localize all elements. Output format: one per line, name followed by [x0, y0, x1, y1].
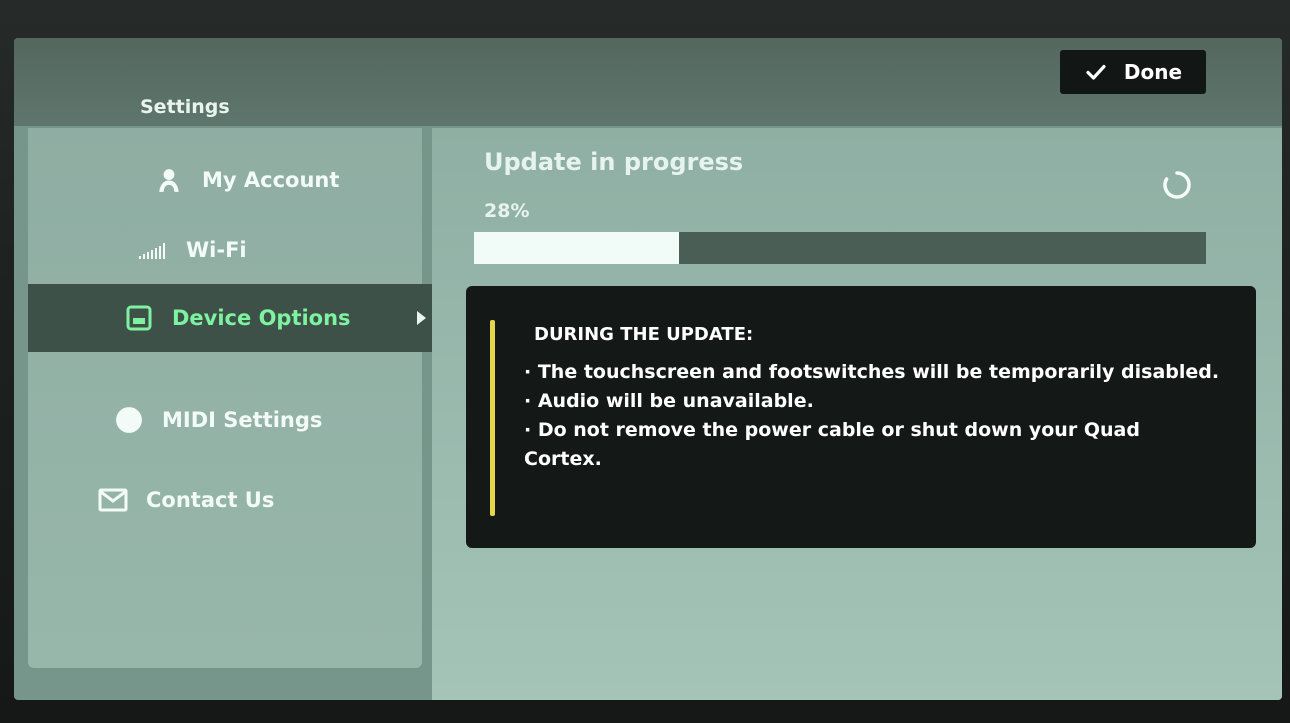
update-title: Update in progress — [484, 148, 744, 176]
sidebar-item-label: Device Options — [172, 306, 351, 330]
chevron-right-icon — [417, 311, 426, 325]
progress-fill — [474, 232, 679, 264]
done-label: Done — [1123, 60, 1183, 84]
sidebar-item-device-options[interactable]: Device Options — [28, 284, 452, 352]
notice-line: · The touchscreen and footswitches will … — [524, 361, 1220, 383]
notice-body: · The touchscreen and footswitches will … — [524, 358, 1224, 474]
notice-line: · Audio will be unavailable. — [524, 390, 814, 412]
sidebar-item-label: My Account — [202, 168, 340, 192]
loading-spinner-icon — [1163, 171, 1191, 199]
sidebar-item-label: Wi-Fi — [186, 238, 247, 262]
sidebar-item-midi-settings[interactable]: MIDI Settings — [28, 386, 452, 454]
sidebar-item-contact-us[interactable]: Contact Us — [28, 466, 452, 534]
sidebar-item-wifi[interactable]: Wi-Fi — [28, 216, 452, 284]
account-icon — [154, 165, 184, 195]
update-panel: Update in progress 28% DURING THE UPDATE… — [432, 128, 1282, 700]
progress-percent: 28% — [484, 200, 530, 222]
page-title: Settings — [140, 96, 230, 118]
sidebar: My Account Wi-Fi Device Options MIDI Set… — [28, 128, 452, 668]
device-screen: Settings Done My Account Wi-Fi Device Op… — [14, 38, 1282, 700]
sidebar-item-label: MIDI Settings — [162, 408, 323, 432]
notice-heading: DURING THE UPDATE: — [534, 324, 754, 345]
checkmark-icon — [1086, 64, 1106, 80]
mail-icon — [98, 485, 128, 515]
done-button[interactable]: Done — [1060, 50, 1206, 94]
sidebar-item-label: Contact Us — [146, 488, 275, 512]
notice-accent-bar — [490, 320, 495, 516]
update-notice: DURING THE UPDATE: · The touchscreen and… — [466, 286, 1256, 548]
progress-bar — [474, 232, 1206, 264]
sidebar-item-my-account[interactable]: My Account — [28, 146, 452, 214]
notice-line: · Do not remove the power cable or shut … — [524, 419, 1140, 470]
wifi-icon — [138, 235, 168, 265]
device-icon — [124, 303, 154, 333]
midi-icon — [114, 405, 144, 435]
